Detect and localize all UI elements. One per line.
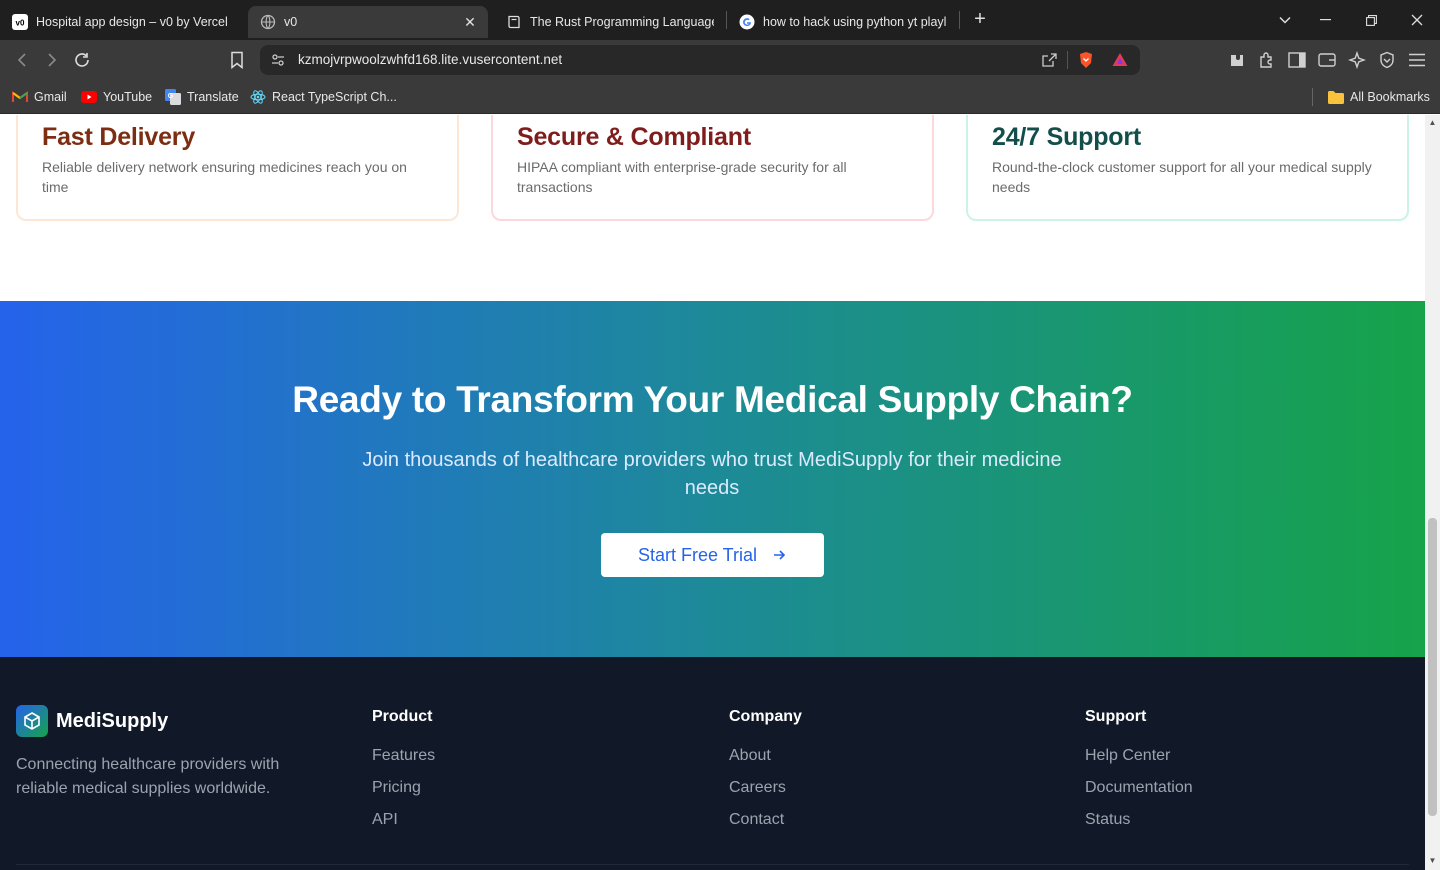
forward-icon[interactable] — [40, 48, 64, 72]
wallet-icon[interactable] — [1318, 51, 1336, 69]
feature-title: 24/7 Support — [992, 123, 1142, 151]
youtube-icon — [81, 89, 97, 105]
feature-description: Round-the-clock customer support for all… — [992, 159, 1372, 195]
svg-text:G: G — [168, 93, 174, 100]
bookmark-label: YouTube — [103, 90, 153, 104]
feature-title: Secure & Compliant — [517, 123, 751, 151]
feature-description: Reliable delivery network ensuring medic… — [42, 159, 407, 195]
leo-ai-icon[interactable] — [1348, 51, 1366, 69]
tab-title: The Rust Programming Language - Th — [530, 15, 714, 29]
bookmark-page-icon[interactable] — [225, 48, 249, 72]
restore-icon[interactable] — [1348, 0, 1394, 40]
cta-section: Ready to Transform Your Medical Supply C… — [0, 301, 1425, 657]
footer-link-help-center[interactable]: Help Center — [1085, 746, 1193, 766]
url-text: kzmojvrpwoolzwhfd168.lite.vusercontent.n… — [298, 52, 563, 67]
feature-card-support: 24/7 Support Round-the-clock customer su… — [966, 115, 1409, 221]
page-viewport: Fast Delivery Reliable delivery network … — [0, 115, 1425, 870]
scrollbar-thumb[interactable] — [1428, 518, 1437, 816]
footer-link-status[interactable]: Status — [1085, 810, 1193, 830]
scroll-down-icon[interactable]: ▼ — [1428, 856, 1437, 865]
cta-subtext: Join thousands of healthcare providers w… — [362, 449, 1062, 499]
address-bar[interactable]: kzmojvrpwoolzwhfd168.lite.vusercontent.n… — [260, 45, 1140, 75]
bookmarks-separator — [1312, 88, 1313, 106]
extension-puzzle-mono-icon[interactable] — [1228, 51, 1246, 69]
package-icon — [16, 705, 48, 737]
tab-title: v0 — [284, 15, 298, 29]
site-footer: MediSupply Connecting healthcare provide… — [0, 657, 1425, 870]
gmail-icon — [12, 89, 28, 105]
bookmark-label: Translate — [187, 90, 239, 104]
globe-icon — [260, 14, 276, 30]
brand-name: MediSupply — [56, 709, 169, 732]
footer-link-about[interactable]: About — [729, 746, 802, 766]
menu-icon[interactable] — [1408, 51, 1426, 69]
back-icon[interactable] — [10, 48, 34, 72]
feature-description: HIPAA compliant with enterprise-grade se… — [517, 159, 847, 195]
tab-hospital-app[interactable]: v0 Hospital app design – v0 by Vercel — [0, 6, 240, 38]
bookmark-translate[interactable]: G Translate — [165, 88, 239, 106]
google-icon — [739, 14, 755, 30]
footer-link-careers[interactable]: Careers — [729, 778, 802, 798]
tab-google-search[interactable]: how to hack using python yt playlists — [727, 6, 959, 38]
cta-heading: Ready to Transform Your Medical Supply C… — [292, 379, 1133, 420]
feature-card-secure-compliant: Secure & Compliant HIPAA compliant with … — [491, 115, 934, 221]
tab-separator — [959, 11, 960, 29]
brave-rewards-icon[interactable] — [1111, 51, 1129, 74]
svg-text:v0: v0 — [16, 19, 25, 28]
extensions-icon[interactable] — [1258, 51, 1276, 69]
site-info-icon[interactable] — [270, 52, 286, 73]
sidebar-icon[interactable] — [1288, 51, 1306, 69]
tab-title: Hospital app design – v0 by Vercel — [36, 15, 228, 29]
footer-link-pricing[interactable]: Pricing — [372, 778, 435, 798]
minimize-icon[interactable] — [1302, 0, 1348, 40]
page-scrollbar[interactable]: ▲ ▼ — [1425, 115, 1440, 870]
start-free-trial-button[interactable]: Start Free Trial — [601, 533, 824, 577]
bookmark-gmail[interactable]: Gmail — [12, 88, 67, 106]
tab-strip: v0 Hospital app design – v0 by Vercel v0… — [0, 0, 1440, 40]
omnibox-separator — [1067, 51, 1068, 69]
bookmark-react-typescript[interactable]: React TypeScript Ch... — [250, 88, 397, 106]
tab-rust-book[interactable]: The Rust Programming Language - Th — [494, 6, 726, 38]
share-icon[interactable] — [1041, 52, 1058, 73]
footer-link-documentation[interactable]: Documentation — [1085, 778, 1193, 798]
bookmark-youtube[interactable]: YouTube — [81, 88, 152, 106]
scroll-up-icon[interactable]: ▲ — [1428, 118, 1437, 127]
footer-link-features[interactable]: Features — [372, 746, 435, 766]
new-tab-button[interactable]: + — [966, 6, 994, 34]
bookmarks-bar: Gmail YouTube G Translate React TypeScri… — [0, 80, 1440, 114]
close-window-icon[interactable] — [1394, 0, 1440, 40]
bookmark-label: All Bookmarks — [1350, 90, 1430, 104]
v0-icon: v0 — [12, 14, 28, 30]
footer-column-title: Support — [1085, 708, 1147, 725]
arrow-right-icon — [771, 547, 787, 563]
folder-icon — [1328, 89, 1344, 105]
footer-column-support: Support Help Center Documentation Status — [1085, 708, 1193, 842]
tab-title: how to hack using python yt playlists — [763, 15, 947, 29]
footer-column-product: Product Features Pricing API — [372, 708, 435, 842]
feature-title: Fast Delivery — [42, 123, 196, 151]
tab-v0[interactable]: v0 ✕ — [248, 6, 488, 38]
all-bookmarks-button[interactable]: All Bookmarks — [1328, 88, 1430, 106]
footer-link-contact[interactable]: Contact — [729, 810, 802, 830]
footer-link-api[interactable]: API — [372, 810, 435, 830]
footer-divider — [16, 864, 1409, 865]
footer-column-title: Product — [372, 708, 433, 725]
translate-icon: G — [165, 89, 181, 105]
brave-shields-icon[interactable] — [1077, 51, 1095, 74]
button-label: Start Free Trial — [637, 544, 758, 565]
react-icon — [250, 89, 266, 105]
reload-icon[interactable] — [70, 48, 94, 72]
bookmark-label: React TypeScript Ch... — [272, 90, 397, 104]
footer-column-title: Company — [729, 708, 802, 725]
footer-brand[interactable]: MediSupply — [16, 705, 168, 737]
book-icon — [506, 14, 522, 30]
feature-card-fast-delivery: Fast Delivery Reliable delivery network … — [16, 115, 459, 221]
footer-column-company: Company About Careers Contact — [729, 708, 802, 842]
footer-tagline: Connecting healthcare providers with rel… — [16, 756, 280, 797]
vpn-shield-icon[interactable] — [1378, 51, 1396, 69]
close-tab-icon[interactable]: ✕ — [462, 14, 478, 30]
bookmark-label: Gmail — [34, 90, 67, 104]
